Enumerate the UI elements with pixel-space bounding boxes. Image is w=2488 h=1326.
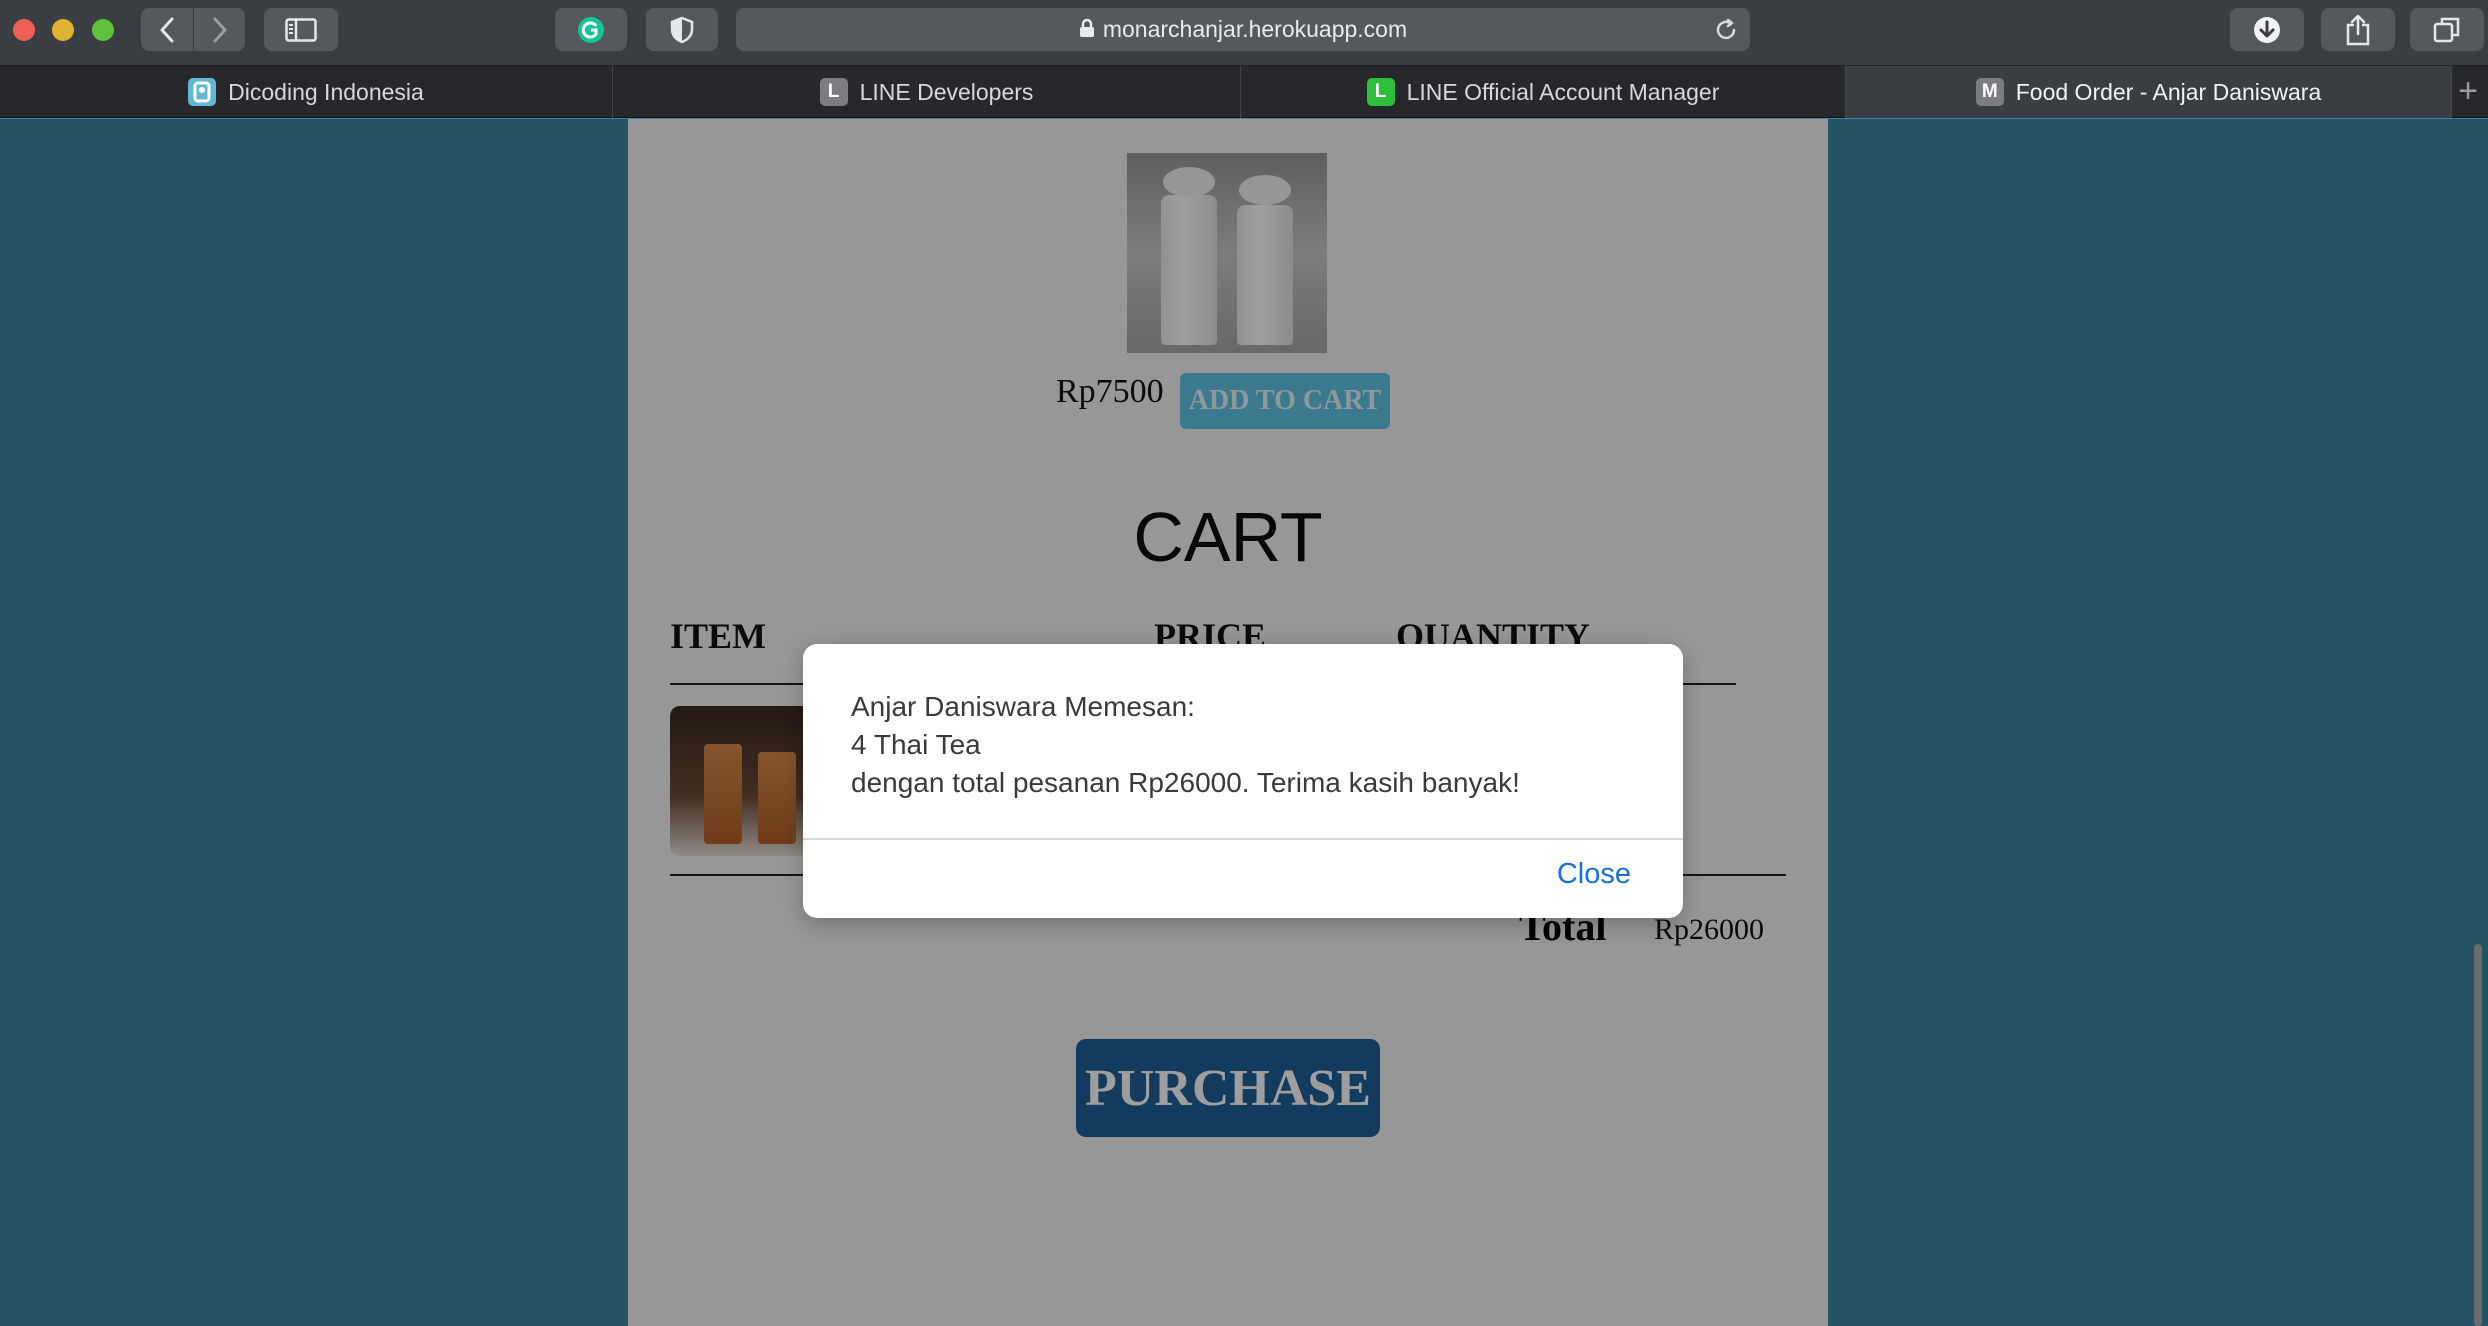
- share-button[interactable]: [2321, 8, 2395, 51]
- sidebar-button[interactable]: [264, 8, 338, 51]
- sidebar-icon: [285, 17, 317, 42]
- tab-label: Dicoding Indonesia: [228, 78, 424, 105]
- tab-bar: Dicoding Indonesia L LINE Developers L L…: [0, 66, 2488, 118]
- tab-label: Food Order - Anjar Daniswara: [2015, 78, 2322, 105]
- forward-button[interactable]: [193, 8, 245, 51]
- new-tab-button[interactable]: +: [2448, 66, 2488, 118]
- order-alert-dialog: Anjar Daniswara Memesan: 4 Thai Tea deng…: [803, 644, 1683, 918]
- url-text: monarchanjar.herokuapp.com: [1102, 16, 1408, 42]
- dialog-line: 4 Thai Tea: [851, 729, 981, 760]
- download-icon: [2254, 16, 2280, 43]
- dialog-line: dengan total pesanan Rp26000. Terima kas…: [851, 767, 1520, 798]
- letter-l-icon: L: [819, 78, 848, 106]
- close-button[interactable]: Close: [1557, 858, 1631, 891]
- shield-icon: [670, 16, 694, 43]
- tab-line-developers[interactable]: L LINE Developers: [613, 66, 1241, 118]
- page-scrollbar[interactable]: [2474, 944, 2482, 1326]
- letter-m-icon: M: [1975, 78, 2004, 106]
- tab-line-official-account[interactable]: L LINE Official Account Manager: [1241, 66, 1846, 118]
- chevron-left-icon: [160, 17, 174, 42]
- dialog-line: Anjar Daniswara Memesan:: [851, 691, 1195, 722]
- back-button[interactable]: [141, 8, 193, 51]
- dialog-divider: [803, 838, 1683, 840]
- minimize-window-button[interactable]: [52, 19, 74, 41]
- downloads-button[interactable]: [2230, 8, 2304, 51]
- chevron-right-icon: [213, 17, 226, 42]
- dialog-message: Anjar Daniswara Memesan: 4 Thai Tea deng…: [851, 688, 1643, 802]
- lock-icon: [1079, 19, 1094, 38]
- grammarly-icon: [578, 16, 604, 43]
- privacy-report-button[interactable]: [646, 8, 718, 51]
- reload-icon[interactable]: [1714, 18, 1738, 42]
- history-nav: [141, 8, 245, 51]
- tab-food-order[interactable]: M Food Order - Anjar Daniswara: [1846, 66, 2452, 118]
- address-bar[interactable]: monarchanjar.herokuapp.com: [736, 8, 1750, 51]
- browser-toolbar: monarchanjar.herokuapp.com: [0, 0, 2488, 66]
- zoom-window-button[interactable]: [92, 19, 114, 41]
- grammarly-extension-button[interactable]: [555, 8, 627, 51]
- tab-dicoding[interactable]: Dicoding Indonesia: [0, 66, 613, 118]
- tabs-icon: [2433, 17, 2460, 42]
- tab-label: LINE Developers: [859, 78, 1034, 105]
- close-window-button[interactable]: [13, 19, 35, 41]
- line-icon: L: [1366, 78, 1395, 106]
- tab-overview-button[interactable]: [2410, 8, 2484, 51]
- share-icon: [2346, 14, 2370, 45]
- dicoding-icon: [188, 78, 217, 106]
- tab-label: LINE Official Account Manager: [1406, 78, 1720, 105]
